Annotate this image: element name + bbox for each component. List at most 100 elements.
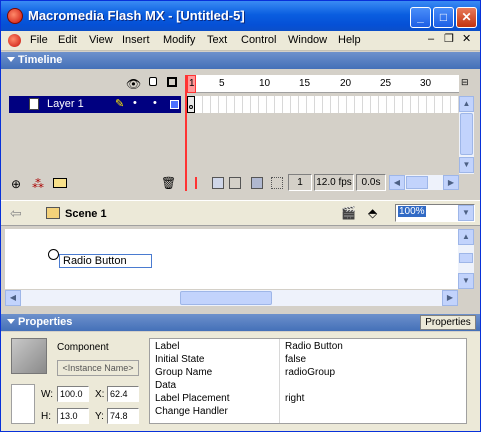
menu-bar: File Edit View Insert Modify Text Contro… [1, 31, 480, 51]
delete-layer-icon[interactable]: 🗑 [161, 176, 176, 190]
scroll-left-button[interactable]: ◀ [389, 175, 405, 190]
collapse-triangle-icon [7, 57, 15, 62]
window-title: Macromedia Flash MX - [Untitled-5] [28, 8, 245, 23]
height-field[interactable]: 13.0 [57, 408, 89, 424]
lock-icon[interactable] [149, 77, 157, 86]
layer-name[interactable]: Layer 1 [47, 98, 84, 110]
menu-view[interactable]: View [89, 34, 113, 46]
radio-button-label: Radio Button [63, 255, 127, 267]
stage-scroll-down-button[interactable]: ▼ [458, 273, 474, 289]
hscroll-thumb[interactable] [406, 176, 428, 189]
param-name: Label Placement [155, 393, 230, 404]
insert-layer-icon[interactable]: ⊕ [11, 177, 21, 191]
x-label: X: [95, 389, 105, 400]
collapse-triangle-icon [7, 319, 15, 324]
lock-proportions-icon[interactable] [11, 384, 35, 424]
menu-edit[interactable]: Edit [58, 34, 77, 46]
onion-skin-icon[interactable] [212, 177, 224, 189]
outline-icon[interactable] [167, 77, 177, 87]
menu-control[interactable]: Control [241, 34, 276, 46]
menu-help[interactable]: Help [338, 34, 361, 46]
scene-label[interactable]: Scene 1 [65, 208, 107, 220]
properties-header[interactable]: Properties Properties [1, 314, 480, 331]
stage-scroll-right-button[interactable]: ▶ [442, 290, 458, 306]
eye-icon[interactable]: 👁 [126, 77, 141, 91]
width-field[interactable]: 100.0 [57, 386, 89, 402]
param-value[interactable]: right [285, 393, 304, 404]
component-parameters-table: Label Radio Button Initial State false G… [149, 338, 467, 424]
instance-name-field[interactable]: <Instance Name> [57, 360, 139, 376]
title-bar[interactable]: Macromedia Flash MX - [Untitled-5] _ □ ✕ [1, 1, 480, 31]
param-value[interactable]: Radio Button [285, 341, 343, 352]
edit-scene-icon[interactable]: 🎬 [341, 206, 359, 222]
menu-window[interactable]: Window [288, 34, 327, 46]
insert-layer-folder-icon[interactable] [53, 178, 67, 188]
close-button[interactable]: ✕ [456, 7, 477, 28]
doc-minimize-icon[interactable]: – [428, 33, 434, 45]
stage-hscroll-thumb[interactable] [180, 291, 272, 305]
add-motion-guide-icon[interactable]: ⁂ [32, 177, 44, 191]
outline-color-swatch[interactable] [170, 100, 179, 109]
frame-ruler[interactable]: 1 5 10 15 20 25 30 [187, 75, 459, 93]
menu-modify[interactable]: Modify [163, 34, 195, 46]
stage-vscroll-thumb[interactable] [459, 253, 473, 263]
layer-row[interactable]: Layer 1 ✎ • • [9, 96, 181, 113]
width-label: W: [41, 389, 54, 400]
minimize-button[interactable]: _ [410, 7, 431, 28]
frame-rate-field[interactable]: 12.0 fps [314, 174, 354, 191]
visibility-dot[interactable]: • [133, 97, 137, 109]
stage-scroll-up-button[interactable]: ▲ [458, 229, 474, 245]
ruler-tick-label: 20 [340, 78, 352, 89]
lock-dot[interactable]: • [153, 97, 157, 109]
properties-tab[interactable]: Properties [420, 315, 476, 330]
zoom-dropdown-icon[interactable]: ▼ [458, 205, 474, 221]
stage-vscrollbar[interactable]: ▲ ▼ [458, 229, 474, 289]
scroll-down-button[interactable]: ▼ [459, 157, 474, 173]
layer-page-icon [29, 98, 39, 110]
pencil-icon: ✎ [115, 98, 125, 110]
maximize-button[interactable]: □ [433, 7, 454, 28]
stage-scroll-left-button[interactable]: ◀ [5, 290, 21, 306]
ruler-tick-label: 10 [259, 78, 271, 89]
timeline-panel: 👁 1 5 10 15 20 25 30 ⊟ Layer 1 ✎ • • ▲ ▼… [1, 69, 480, 196]
document-icon[interactable] [8, 34, 21, 47]
zoom-select[interactable]: 100% ▼ [395, 204, 475, 222]
doc-restore-icon[interactable]: ❐ [444, 32, 454, 45]
timeline-header[interactable]: Timeline [1, 52, 480, 69]
doc-close-icon[interactable]: ✕ [462, 32, 471, 45]
back-arrow-icon[interactable]: ⇦ [10, 205, 22, 222]
registration-point-icon[interactable] [48, 249, 59, 260]
edit-multiple-frames-icon[interactable] [251, 177, 263, 189]
menu-file[interactable]: File [30, 34, 48, 46]
menu-insert[interactable]: Insert [122, 34, 150, 46]
keyframe-cell[interactable] [187, 96, 195, 113]
edit-bar: ⇦ Scene 1 🎬 ⬘ 100% ▼ [1, 200, 480, 226]
stage-hscrollbar[interactable]: ◀ ▶ [5, 290, 458, 306]
flash-app-icon[interactable] [7, 8, 23, 24]
frame-grid[interactable] [187, 96, 459, 113]
x-field[interactable]: 62.4 [107, 386, 139, 402]
stage[interactable]: Radio Button [5, 229, 458, 289]
modify-onion-markers-icon[interactable] [271, 177, 283, 189]
timeline-hscrollbar[interactable]: ◀ ▶ [389, 175, 459, 190]
layer-list-empty [9, 114, 181, 174]
radio-button-component[interactable]: Radio Button [59, 254, 152, 268]
center-frame-icon[interactable] [195, 177, 197, 189]
scroll-up-button[interactable]: ▲ [459, 96, 474, 112]
timeline-vscrollbar[interactable]: ▲ ▼ [459, 96, 474, 174]
frame-view-options-icon[interactable]: ⊟ [461, 77, 469, 88]
playhead-line [185, 75, 187, 191]
param-value[interactable]: false [285, 354, 306, 365]
properties-title: Properties [18, 316, 73, 328]
scroll-right-button[interactable]: ▶ [443, 175, 459, 190]
height-label: H: [41, 411, 51, 422]
y-field[interactable]: 74.8 [107, 408, 139, 424]
onion-skin-outlines-icon[interactable] [229, 177, 241, 189]
current-frame-field: 1 [288, 174, 312, 191]
ruler-tick-label: 15 [299, 78, 311, 89]
param-value[interactable]: radioGroup [285, 367, 335, 378]
edit-symbols-icon[interactable]: ⬘ [368, 206, 386, 222]
vscroll-thumb[interactable] [460, 113, 473, 155]
menu-text[interactable]: Text [207, 34, 227, 46]
param-name: Group Name [155, 367, 213, 378]
